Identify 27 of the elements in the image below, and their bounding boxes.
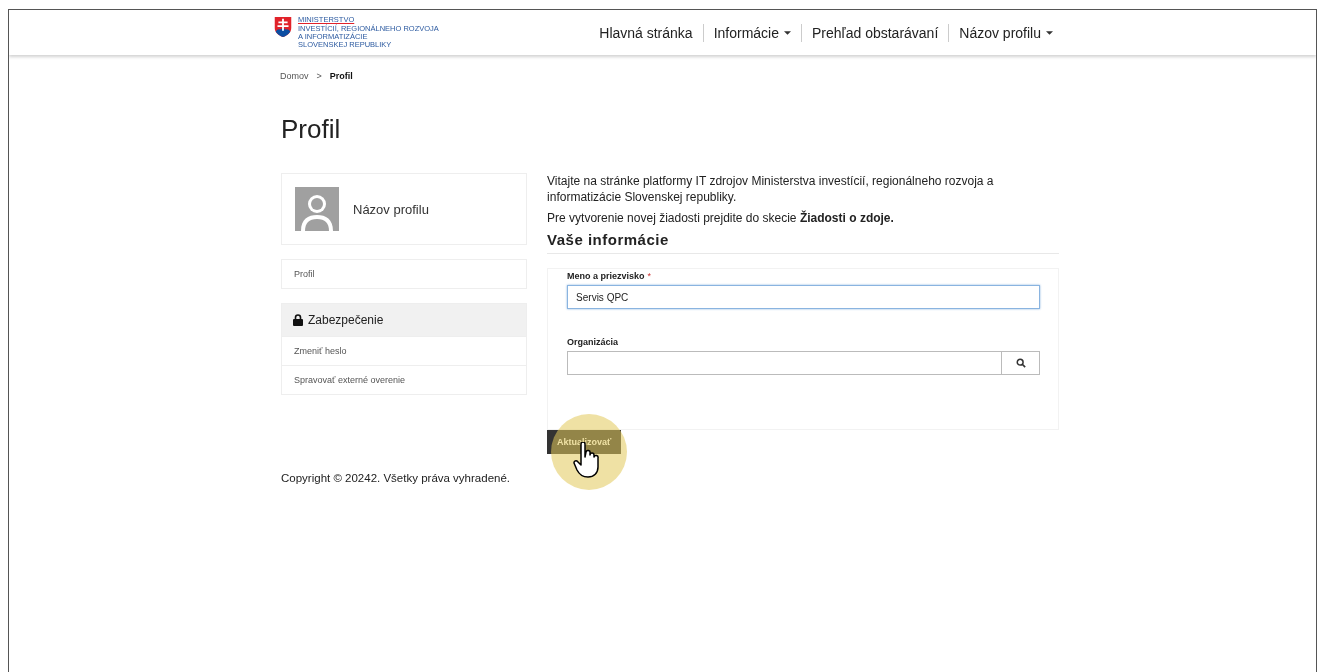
lock-icon <box>293 314 303 326</box>
nav-link[interactable]: Názov profilu <box>949 24 1063 41</box>
nav-link[interactable]: Hlavná stránka <box>589 24 703 41</box>
avatar-icon <box>295 187 339 231</box>
breadcrumb-link[interactable]: Profil <box>329 71 353 81</box>
search-icon <box>1015 358 1026 368</box>
intro-text: Pre vytvorenie novej žiadosti prejdite do skecie Žiadosti o zdoje. <box>547 210 895 226</box>
input-field[interactable]: Servis QPC <box>567 285 1040 309</box>
breadcrumb-link[interactable]: Domov <box>280 71 309 81</box>
section-heading: Vaše informácie <box>547 231 1059 254</box>
field-label: Organizácia <box>567 337 620 347</box>
sidebar-item[interactable]: Zmeniť heslo <box>282 336 527 365</box>
required-mark: * <box>647 271 652 281</box>
search-button[interactable] <box>1002 351 1040 375</box>
footer-text: Copyright © 20242. Všetky práva vyhradené. <box>281 472 512 484</box>
page-title: Profil <box>281 114 342 145</box>
profile-name: Názov profilu <box>353 201 429 217</box>
sidebar-item[interactable]: Spravovať externé overenie <box>282 365 527 394</box>
input-field[interactable] <box>567 351 1002 375</box>
field-label: Meno a priezvisko * <box>567 271 653 281</box>
intro-text: Vitajte na stránke platformy IT zdrojov Ministerstva investícií, regionálneho rozvoja a informatizácie Slovenskej republiky. <box>547 173 995 205</box>
nav-link[interactable]: Prehľad obstarávaní <box>802 24 949 41</box>
coat-of-arms-icon <box>273 16 293 38</box>
section-title: Zabezpečenie <box>308 313 384 327</box>
sidebar-item[interactable]: Profil <box>282 260 527 288</box>
nav-link[interactable]: Informácie <box>703 24 801 41</box>
breadcrumb-separator: > <box>316 71 322 81</box>
